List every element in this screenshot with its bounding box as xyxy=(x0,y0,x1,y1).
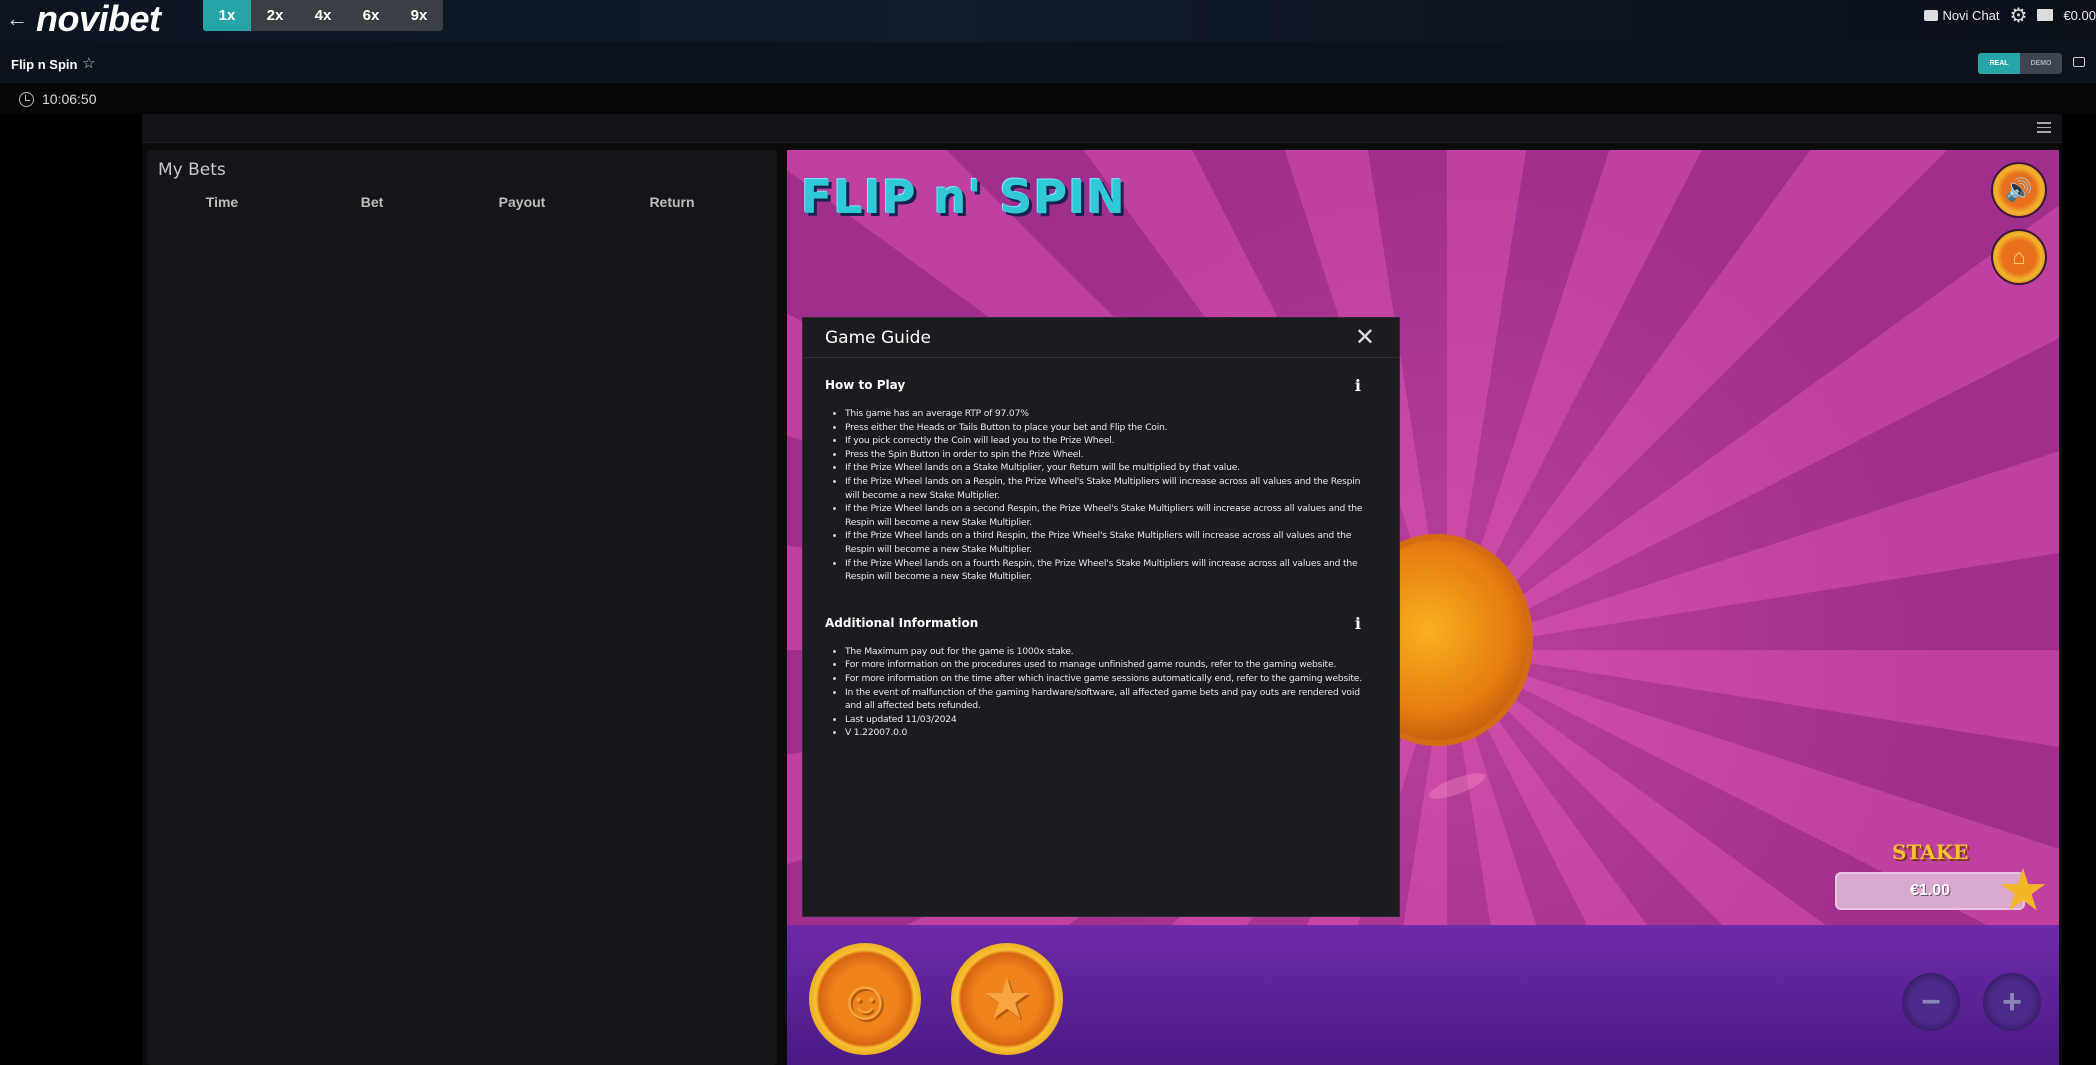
clock-icon xyxy=(19,92,34,107)
section-title: How to Play xyxy=(825,378,906,392)
column-return: Return xyxy=(649,194,695,210)
info-icon[interactable]: i xyxy=(1355,614,1361,633)
speed-6x-button[interactable]: 6x xyxy=(347,0,395,31)
balance[interactable]: €0.00 xyxy=(2063,8,2096,23)
list-item: For more information on the time after w… xyxy=(845,672,1377,686)
time-bar: 10:06:50 xyxy=(0,82,2096,114)
section-title: Additional Information xyxy=(825,615,979,630)
heads-icon: ☺ xyxy=(836,967,894,1031)
game-guide-modal: Game Guide ✕ How to Play i This game has… xyxy=(802,317,1400,917)
list-item: If the Prize Wheel lands on a Respin, th… xyxy=(845,475,1377,502)
home-button[interactable]: ⌂ xyxy=(1991,229,2047,285)
speaker-icon: 🔊 xyxy=(2005,177,2033,202)
heads-button[interactable]: ☺ xyxy=(809,943,921,1055)
popout-window-icon[interactable] xyxy=(2073,57,2085,67)
my-bets-panel: My Bets Time Bet Payout Return xyxy=(147,150,777,1065)
list-item: If you pick correctly the Coin will lead… xyxy=(845,434,1377,448)
column-bet: Bet xyxy=(360,194,384,210)
home-icon: ⌂ xyxy=(2012,244,2026,269)
top-right-actions: Novi Chat ⚙ €0.00 xyxy=(1924,3,2096,28)
list-item: If the Prize Wheel lands on a third Resp… xyxy=(845,529,1377,556)
list-item: For more information on the procedures u… xyxy=(845,658,1377,672)
list-item: If the Prize Wheel lands on a Stake Mult… xyxy=(845,461,1377,475)
bets-table-header: Time Bet Payout Return xyxy=(147,194,747,210)
left-gutter xyxy=(0,114,142,1065)
game-header-bar: Flip n Spin ☆ REAL DEMO xyxy=(0,42,2096,82)
column-payout: Payout xyxy=(498,194,546,210)
demo-mode-button[interactable]: DEMO xyxy=(2020,53,2062,74)
speed-1x-button[interactable]: 1x xyxy=(203,0,251,31)
chat-label: Novi Chat xyxy=(1942,7,2000,23)
close-icon[interactable]: ✕ xyxy=(1355,323,1375,351)
menu-hamburger-icon[interactable] xyxy=(2037,122,2051,136)
list-item: The Maximum pay out for the game is 1000… xyxy=(845,645,1377,659)
game-logo: FLIP n' SPIN xyxy=(801,170,1126,224)
favorite-star-icon[interactable]: ☆ xyxy=(82,54,95,72)
list-item: This game has an average RTP of 97.07% xyxy=(845,407,1377,421)
how-to-play-section: How to Play i This game has an average R… xyxy=(803,358,1399,584)
app-root: ← novibet 1x 2x 4x 6x 9x Novi Chat ⚙ €0.… xyxy=(0,0,2096,1065)
how-to-play-list: This game has an average RTP of 97.07% P… xyxy=(845,407,1377,584)
list-item: Press either the Heads or Tails Button t… xyxy=(845,421,1377,435)
session-time: 10:06:50 xyxy=(42,91,97,107)
increase-stake-button[interactable]: + xyxy=(1983,973,2041,1031)
list-item: In the event of malfunction of the gamin… xyxy=(845,686,1377,713)
decrease-stake-button[interactable]: − xyxy=(1902,973,1960,1031)
my-bets-title: My Bets xyxy=(158,160,226,180)
speed-2x-button[interactable]: 2x xyxy=(251,0,299,31)
column-time: Time xyxy=(205,194,239,210)
modal-header: Game Guide ✕ xyxy=(803,318,1399,358)
additional-info-list: The Maximum pay out for the game is 1000… xyxy=(845,645,1377,740)
list-item: If the Prize Wheel lands on a second Res… xyxy=(845,502,1377,529)
novi-chat-button[interactable]: Novi Chat xyxy=(1924,7,2000,23)
mail-icon[interactable] xyxy=(2037,9,2054,21)
real-mode-button[interactable]: REAL xyxy=(1978,53,2020,74)
additional-info-section: Additional Information i The Maximum pay… xyxy=(803,596,1399,740)
speed-selector: 1x 2x 4x 6x 9x xyxy=(203,0,443,31)
chat-icon xyxy=(1924,9,1939,21)
real-demo-toggle: REAL DEMO xyxy=(1978,53,2062,74)
speed-9x-button[interactable]: 9x xyxy=(395,0,443,31)
list-item: V 1.22007.0.0 xyxy=(845,726,1377,740)
game-title: Flip n Spin xyxy=(11,57,78,72)
speed-4x-button[interactable]: 4x xyxy=(299,0,347,31)
list-item: If the Prize Wheel lands on a fourth Res… xyxy=(845,557,1377,584)
list-item: Last updated 11/03/2024 xyxy=(845,713,1377,727)
stake-label: STAKE xyxy=(1892,840,1969,864)
tails-button[interactable]: ★ xyxy=(951,943,1063,1055)
list-item: Press the Spin Button in order to spin t… xyxy=(845,448,1377,462)
info-icon[interactable]: i xyxy=(1355,376,1361,395)
sound-button[interactable]: 🔊 xyxy=(1991,162,2047,218)
star-icon: ★ xyxy=(981,967,1033,1030)
settings-gear-icon[interactable]: ⚙ xyxy=(2010,3,2028,28)
modal-title: Game Guide xyxy=(825,328,931,348)
frame-toolbar xyxy=(142,114,2062,143)
star-icon: ★ xyxy=(1997,858,2049,923)
back-arrow-icon[interactable]: ← xyxy=(6,6,28,32)
novibet-logo[interactable]: novibet xyxy=(36,0,161,40)
top-bar: ← novibet 1x 2x 4x 6x 9x Novi Chat ⚙ €0.… xyxy=(0,0,2096,42)
